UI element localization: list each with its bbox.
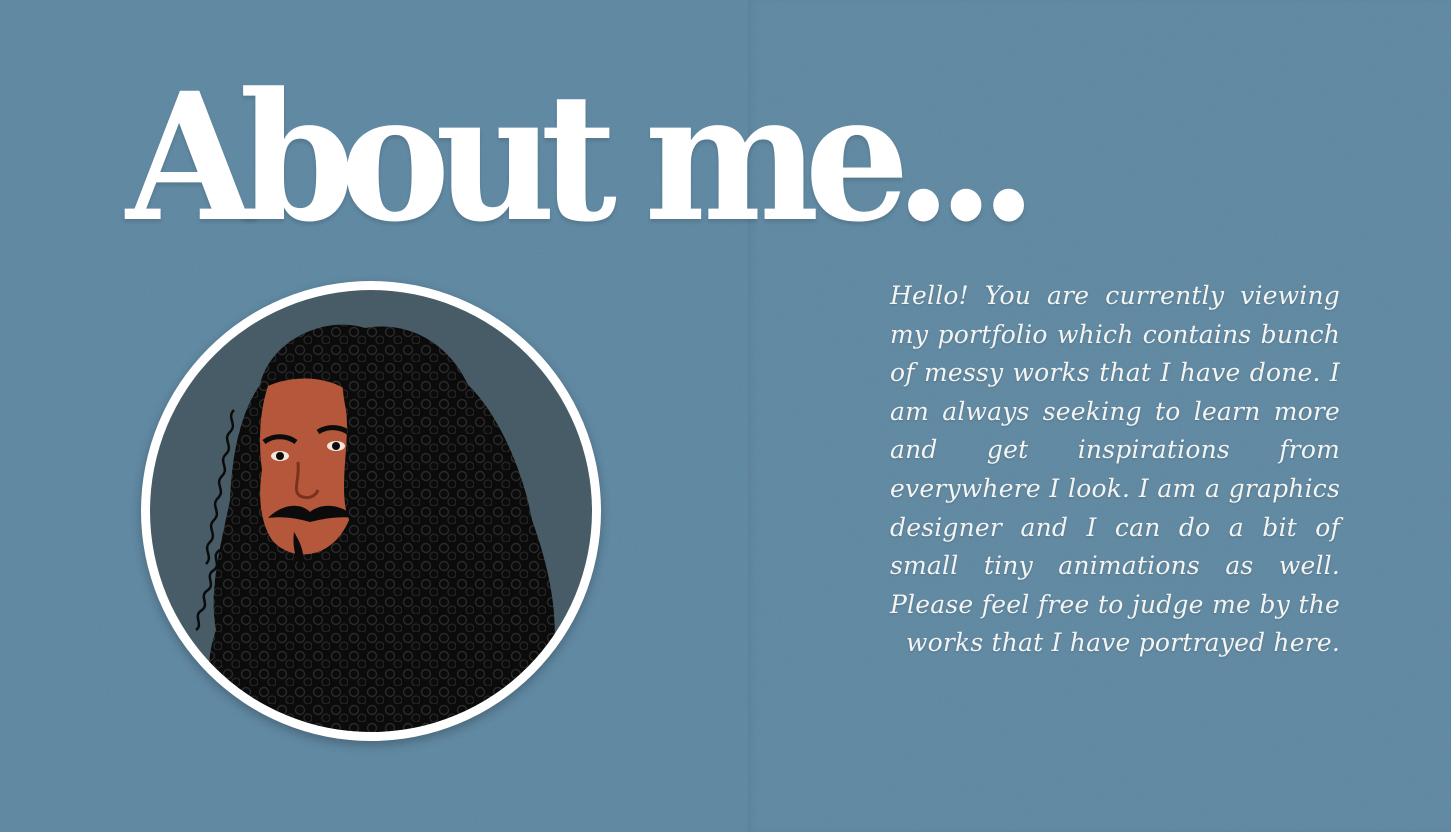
avatar xyxy=(141,281,601,741)
page-title: About me... xyxy=(126,54,1037,261)
bio-text: Hello! You are currently viewing my port… xyxy=(890,281,1340,658)
portrait-illustration-icon xyxy=(150,290,592,732)
